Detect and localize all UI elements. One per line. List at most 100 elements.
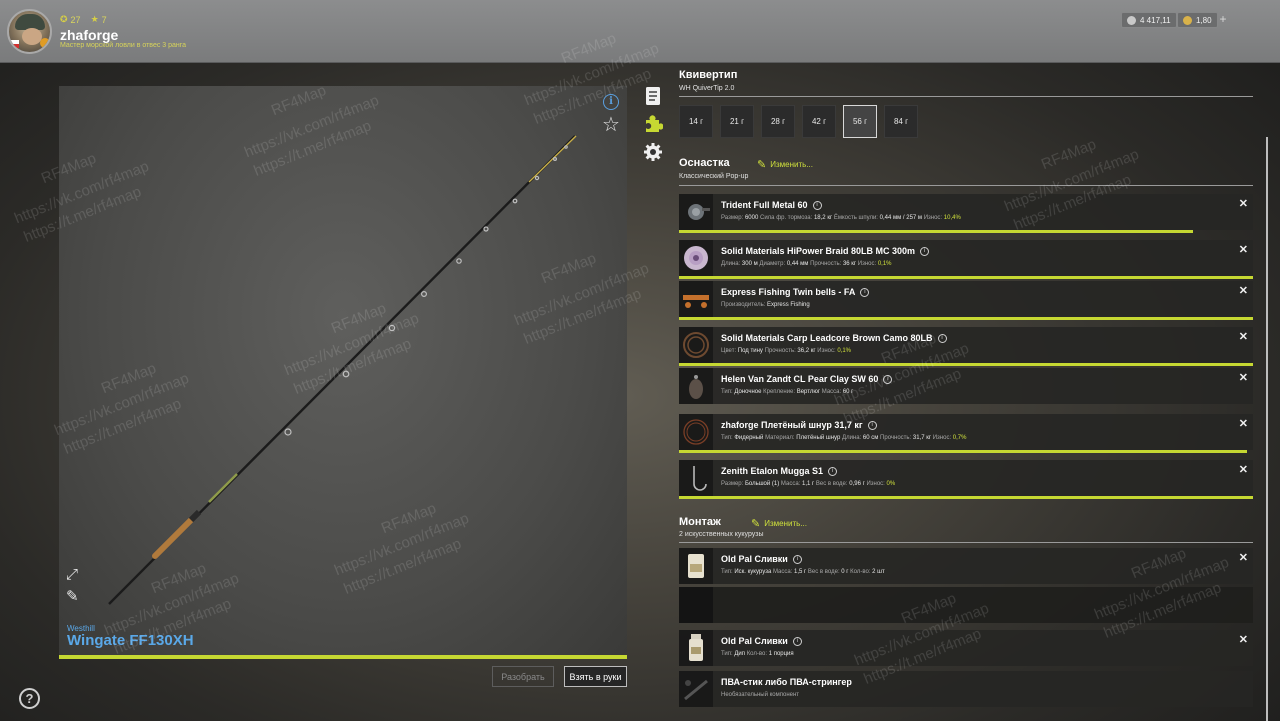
detail-label: Тип:	[721, 389, 735, 395]
quivertip-option-14[interactable]: 14 г	[679, 105, 713, 138]
info-icon[interactable]: i	[603, 94, 619, 110]
montage-item[interactable]: ПВА-стик либо ПВА-стрингер Необязательный…	[679, 671, 1253, 707]
close-icon[interactable]: ✕	[1239, 243, 1248, 256]
wear-bar	[679, 450, 1247, 453]
tackle-item[interactable]: Trident Full Metal 60 i Размер: 6000 Сила …	[679, 194, 1253, 230]
detail-value: 1 порция	[768, 651, 794, 657]
tackle-item-thumbnail	[679, 460, 713, 496]
tackle-item[interactable]: Solid Materials Carp Leadcore Brown Camo…	[679, 327, 1253, 363]
gold-coin-icon	[1183, 15, 1192, 25]
detail-value: Вертлюг	[796, 389, 821, 395]
montage-edit-link[interactable]: ✎ Изменить...	[751, 517, 807, 530]
tackle-item[interactable]: zhaforge Плетёный шнур 31,7 кг i Тип: Фиде…	[679, 414, 1253, 450]
detail-label: Диаметр:	[759, 261, 787, 267]
tackle-item-name-text: Solid Materials HiPower Braid 80LB MC 30…	[721, 246, 916, 256]
close-icon[interactable]: ✕	[1239, 463, 1248, 476]
tackle-divider	[679, 185, 1253, 186]
tackle-edit-link[interactable]: ✎ Изменить...	[757, 158, 813, 171]
montage-item-details: Необязательный компонент	[721, 692, 799, 698]
close-icon[interactable]: ✕	[1239, 330, 1248, 343]
add-currency-button[interactable]: +	[1215, 12, 1231, 28]
user-title: Мастер морской ловли в отвес 3 ранга	[60, 42, 187, 49]
empty-slot-thumb	[679, 587, 713, 623]
quivertip-title: Квивертип	[679, 69, 738, 81]
star-icon[interactable]: ☆	[602, 112, 620, 137]
expand-icon[interactable]: ⤢	[66, 566, 78, 583]
detail-label: Кол-во:	[850, 569, 873, 575]
avatar-face	[22, 28, 42, 45]
close-icon[interactable]: ✕	[1239, 551, 1248, 564]
tackle-item-thumbnail	[679, 240, 713, 276]
tackle-item[interactable]: Express Fishing Twin bells - FA i Производ…	[679, 281, 1253, 317]
tackle-item-name-text: Trident Full Metal 60	[721, 200, 808, 210]
detail-value: 18,2 кг	[813, 215, 833, 221]
rod-preview[interactable]	[59, 86, 627, 658]
avatar[interactable]	[7, 9, 52, 54]
info-icon[interactable]: i	[792, 636, 802, 646]
tackle-item-details: Размер: 6000 Сила фр. тормоза: 18,2 кг Ё…	[721, 215, 961, 221]
document-icon[interactable]	[643, 86, 663, 106]
rod-quivertip	[528, 135, 577, 183]
gear-icon[interactable]	[643, 142, 663, 162]
tackle-item-name: Zenith Etalon Mugga S1 i	[721, 466, 838, 476]
gold-balance: 1,80	[1177, 12, 1218, 28]
disassemble-button[interactable]: Разобрать	[492, 666, 554, 687]
info-icon[interactable]: i	[860, 287, 870, 297]
tackle-item[interactable]: Helen Van Zandt CL Pear Clay SW 60 i Тип: …	[679, 368, 1253, 404]
info-icon[interactable]: i	[812, 200, 822, 210]
rank-badge-icon	[40, 38, 50, 48]
info-icon[interactable]: i	[867, 420, 877, 430]
tackle-item-details: Тип: Фидерный Материал: Плетёный шнур Дл…	[721, 435, 966, 441]
info-icon[interactable]: i	[792, 554, 802, 564]
info-icon[interactable]: i	[883, 374, 893, 384]
detail-label: Необязательный компонент	[721, 692, 800, 698]
detail-value: 31,7 кг	[912, 435, 932, 441]
detail-label: Вес в воде:	[807, 569, 842, 575]
close-icon[interactable]: ✕	[1239, 417, 1248, 430]
montage-item-name: Old Pal Сливки i	[721, 636, 802, 646]
tackle-item[interactable]: Solid Materials HiPower Braid 80LB MC 30…	[679, 240, 1253, 276]
close-icon[interactable]: ✕	[1239, 197, 1248, 210]
puzzle-icon[interactable]	[643, 114, 664, 134]
quivertip-subtitle: WH QuiverTip 2.0	[679, 85, 735, 92]
detail-value: 0,1%	[877, 261, 892, 267]
scrollbar[interactable]	[1266, 137, 1268, 721]
tackle-item-name: Express Fishing Twin bells - FA i	[721, 287, 870, 297]
tackle-item-name: zhaforge Плетёный шнур 31,7 кг i	[721, 420, 877, 430]
info-icon[interactable]: i	[828, 466, 838, 476]
montage-item[interactable]: Old Pal Сливки i Тип: Иск. кукуруза Масса:…	[679, 548, 1253, 584]
detail-label: Тип:	[721, 651, 735, 657]
quivertip-option-21[interactable]: 21 г	[720, 105, 754, 138]
info-icon[interactable]: i	[937, 333, 947, 343]
quivertip-option-56[interactable]: 56 г	[843, 105, 877, 138]
detail-value: 0,1%	[837, 348, 851, 354]
quivertip-option-28[interactable]: 28 г	[761, 105, 795, 138]
detail-label: Масса:	[772, 569, 795, 575]
empty-slot[interactable]	[679, 587, 1253, 623]
tackle-item-thumbnail	[679, 194, 713, 230]
tackle-item-name: Helen Van Zandt CL Pear Clay SW 60 i	[721, 374, 893, 384]
edit-icon: ✎	[751, 518, 761, 530]
pencil-icon[interactable]: ✎	[66, 587, 79, 605]
montage-item[interactable]: Old Pal Сливки i Тип: Дип Кол-во: 1 порция…	[679, 630, 1253, 666]
detail-label: Масса:	[821, 389, 843, 395]
tackle-item[interactable]: Zenith Etalon Mugga S1 i Размер: Большой (…	[679, 460, 1253, 496]
take-in-hands-button[interactable]: Взять в руки	[564, 666, 627, 687]
detail-value: 36,2 кг	[797, 348, 816, 354]
detail-label: Масса:	[780, 481, 802, 487]
edit-icon: ✎	[757, 159, 767, 171]
close-icon[interactable]: ✕	[1239, 371, 1248, 384]
montage-item-details: Тип: Дип Кол-во: 1 порция	[721, 651, 794, 657]
info-icon[interactable]: i	[920, 246, 930, 256]
close-icon[interactable]: ✕	[1239, 633, 1248, 646]
detail-label: Прочность:	[764, 348, 798, 354]
montage-item-name-text: ПВА-стик либо ПВА-стрингер	[721, 677, 852, 687]
rod-condition-bar	[59, 655, 627, 659]
quivertip-option-42[interactable]: 42 г	[802, 105, 836, 138]
help-icon[interactable]: ?	[19, 688, 40, 709]
tackle-item-details: Производитель: Express Fishing	[721, 302, 810, 308]
close-icon[interactable]: ✕	[1239, 284, 1248, 297]
tackle-item-thumbnail	[679, 327, 713, 363]
detail-value: Express Fishing	[767, 302, 810, 308]
quivertip-option-84[interactable]: 84 г	[884, 105, 918, 138]
